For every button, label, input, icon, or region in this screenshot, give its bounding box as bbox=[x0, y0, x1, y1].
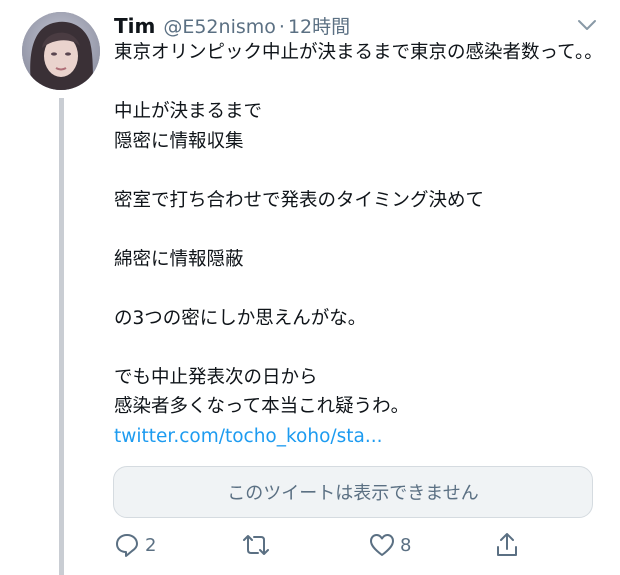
header-separator: · bbox=[278, 16, 285, 38]
tweet-line: の3つの密にしか思えんがな。 bbox=[114, 307, 367, 329]
tweet-menu-button[interactable] bbox=[574, 14, 600, 36]
tweet-last-paragraph: 感染者多くなって本当これ疑うわ。 twitter.com/tocho_koho/… bbox=[114, 392, 604, 451]
heart-icon bbox=[370, 534, 394, 556]
unavailable-card-text: このツイートは表示できません bbox=[227, 483, 479, 504]
tweet-text: 東京オリンピック中止が決まるまで東京の感染者数って。。 中止が決まるまで 隠密に… bbox=[114, 38, 604, 451]
thread-connector-line bbox=[59, 98, 64, 575]
reply-count: 2 bbox=[145, 534, 157, 556]
tweet-line: 隠密に情報収集 bbox=[114, 130, 244, 152]
quoted-tweet-link[interactable]: twitter.com/tocho_koho/sta... bbox=[114, 426, 383, 447]
share-button[interactable] bbox=[493, 528, 521, 562]
tweet-actions: 2 8 bbox=[113, 528, 523, 562]
like-count: 8 bbox=[400, 534, 412, 556]
tweet-line: 東京オリンピック中止が決まるまで東京の感染者数って。。 bbox=[114, 42, 603, 63]
tweet-timestamp[interactable]: 12時間 bbox=[288, 12, 350, 39]
author-handle[interactable]: @E52nismo bbox=[163, 16, 276, 38]
tweet-line: 密室で打ち合わせで発表のタイミング決めて bbox=[114, 189, 485, 211]
tweet-line: 感染者多くなって本当これ疑うわ。 bbox=[114, 396, 410, 417]
like-button[interactable]: 8 bbox=[368, 528, 411, 562]
retweet-button[interactable] bbox=[241, 528, 275, 562]
tweet-header: Tim @E52nismo · 12時間 bbox=[114, 12, 350, 38]
tweet-line: 中止が決まるまで bbox=[114, 101, 263, 122]
author-display-name[interactable]: Tim bbox=[114, 14, 155, 38]
chevron-down-icon bbox=[578, 20, 596, 30]
avatar-photo bbox=[22, 12, 100, 90]
share-icon bbox=[497, 533, 517, 556]
reply-icon bbox=[116, 534, 138, 557]
tweet-line: でも中止発表次の日から bbox=[114, 366, 318, 388]
author-avatar[interactable] bbox=[22, 12, 100, 90]
tweet-line: 綿密に情報隠蔽 bbox=[114, 248, 244, 270]
retweet-icon bbox=[243, 535, 269, 555]
unavailable-quote-card[interactable]: このツイートは表示できません bbox=[113, 466, 593, 518]
reply-button[interactable]: 2 bbox=[113, 528, 156, 562]
